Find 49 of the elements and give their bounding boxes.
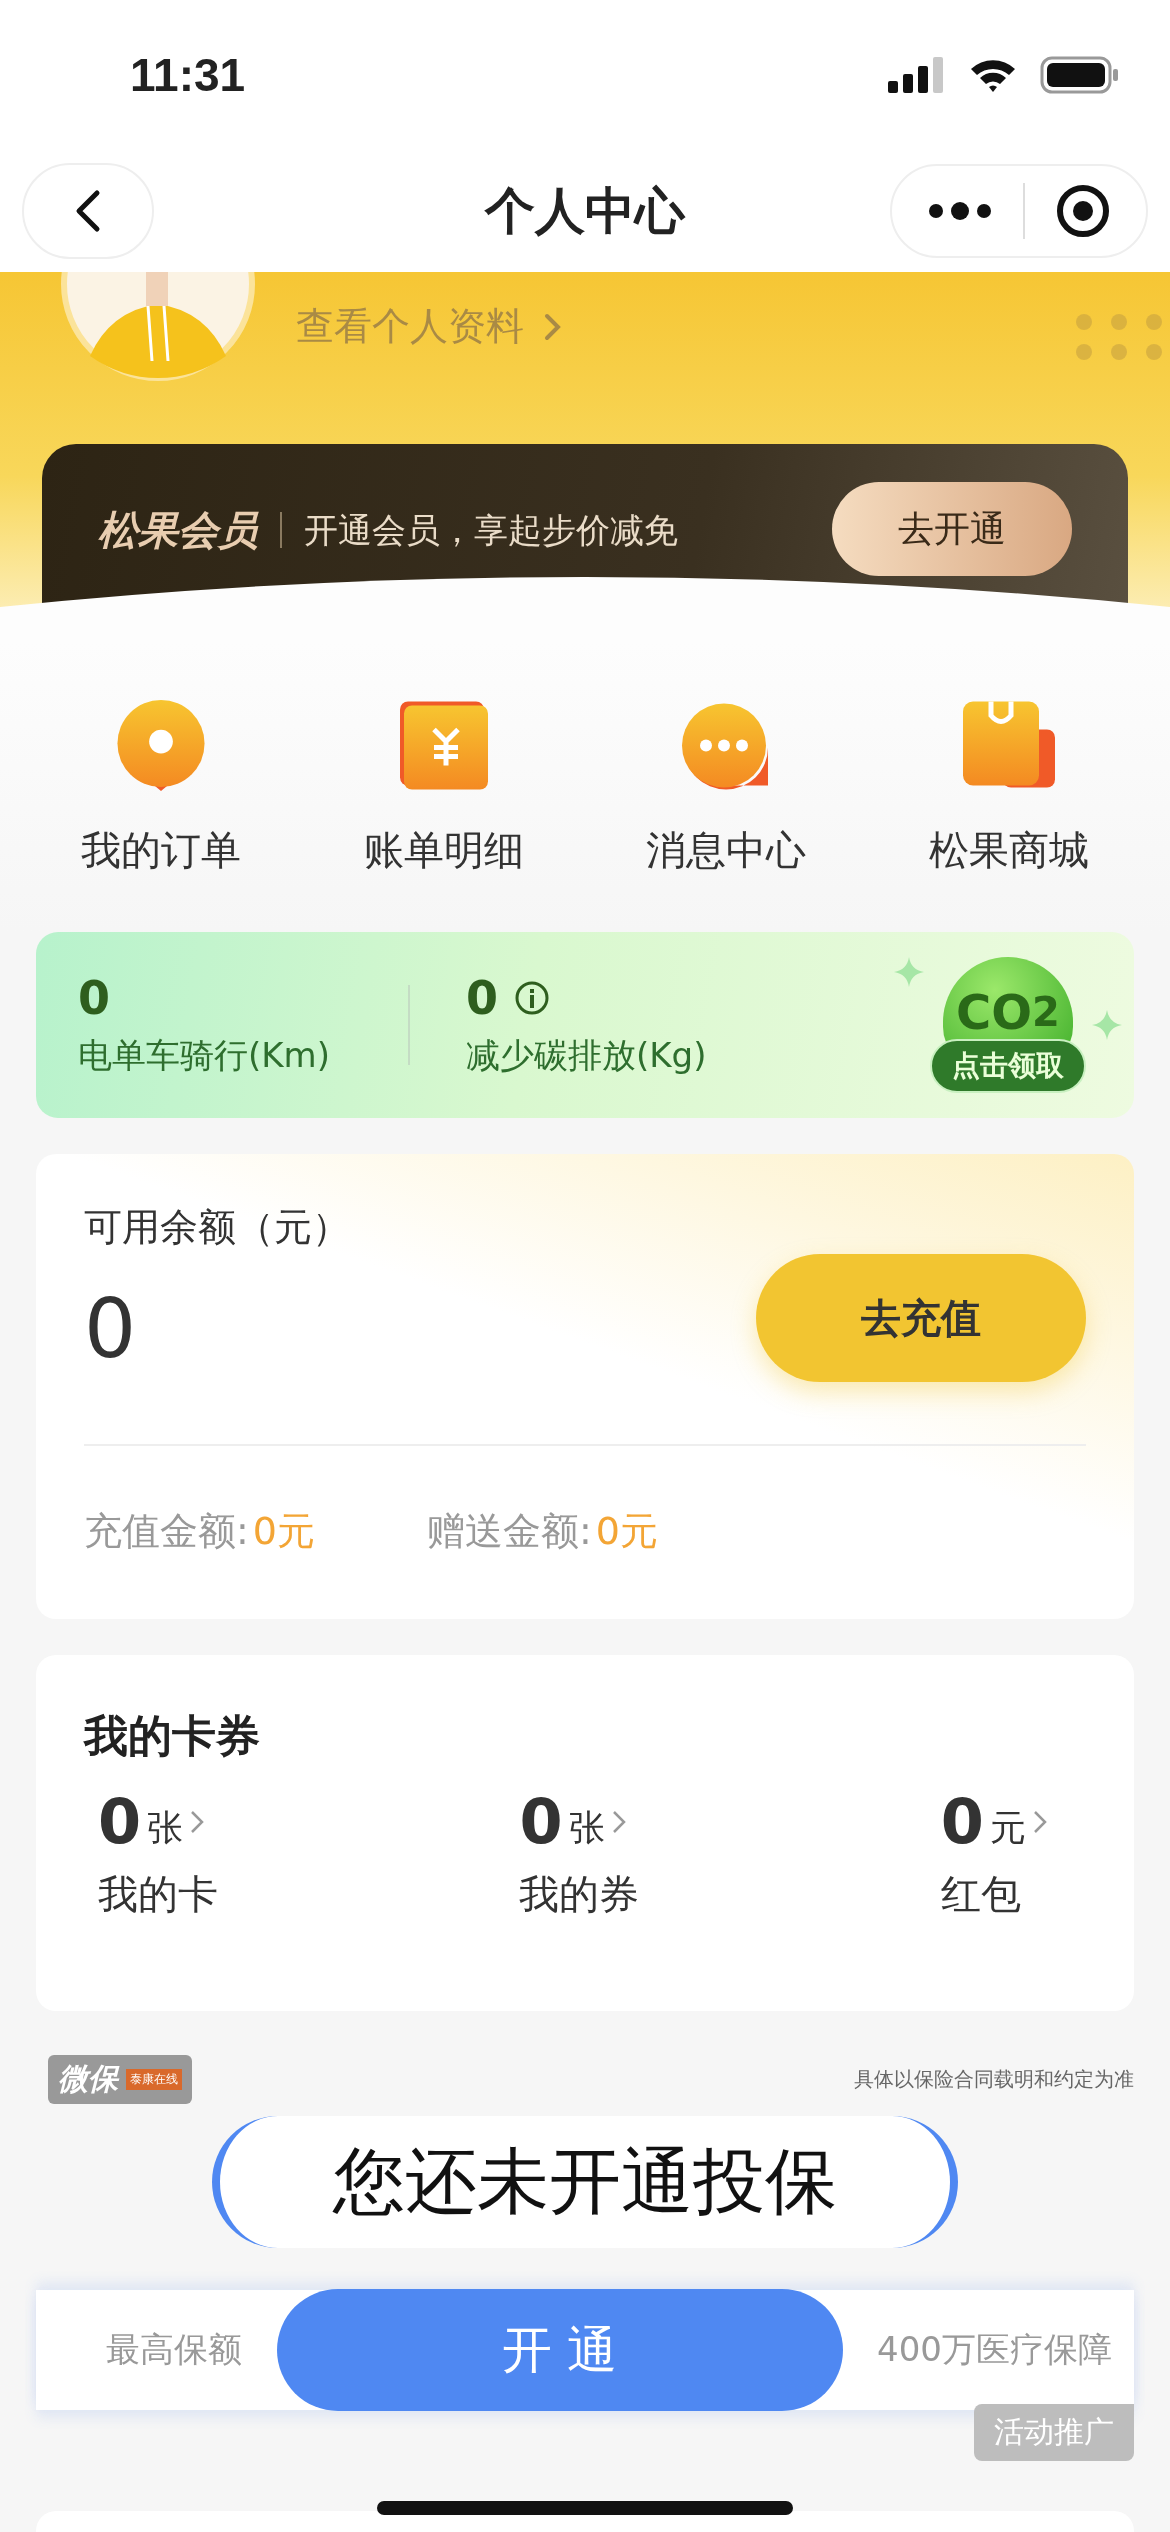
coupon-label: 红包	[940, 1870, 1022, 1919]
shortcut-item[interactable]: 松果商城	[867, 698, 1150, 878]
insurer-logo: 微保 泰康在线	[48, 2055, 192, 2104]
section-title: 我的卡券	[84, 1709, 261, 1763]
stat-value: 0	[78, 971, 110, 1025]
info-icon[interactable]	[514, 980, 550, 1016]
coupon-count: 0	[98, 1790, 142, 1853]
coupon-label: 我的卡	[98, 1870, 218, 1919]
stat-label: 减少碳排放(Kg)	[466, 1034, 708, 1077]
more-icon[interactable]	[927, 202, 992, 220]
coupon-count: 0	[519, 1790, 563, 1853]
sparkle-icon	[1092, 1010, 1122, 1040]
coverage-label: 最高保额	[106, 2328, 242, 2371]
detail-label: 赠送金额:	[427, 1508, 592, 1555]
detail-label: 充值金额:	[84, 1508, 249, 1555]
sparkle-icon	[894, 957, 924, 987]
coupon-unit: 元	[990, 1806, 1026, 1850]
recharge-button[interactable]: 去充值	[756, 1254, 1086, 1382]
battery-icon	[1040, 56, 1120, 94]
promo-tag: 活动推广	[974, 2404, 1134, 2461]
target-icon[interactable]	[1056, 184, 1111, 238]
disclaimer: 具体以保险合同载明和约定为准	[854, 2066, 1134, 2093]
coupon-count: 0	[940, 1790, 984, 1853]
dots-pattern-icon	[1074, 312, 1164, 362]
coupon-label: 我的券	[519, 1870, 640, 1919]
coupon-unit: 张	[568, 1806, 605, 1850]
membership-brand: 松果会员	[98, 506, 258, 555]
coupon-item[interactable]: 0 张 我的卡	[98, 1790, 218, 1922]
status-time: 11:31	[130, 48, 246, 102]
coupon-item[interactable]: 0 元 红包	[940, 1790, 1048, 1922]
shortcut-item[interactable]: 消息中心	[585, 698, 868, 878]
balance-amount: 0	[84, 1281, 138, 1376]
stat-value: 0	[466, 971, 498, 1025]
insurance-headline: 您还未开通投保	[212, 2116, 958, 2248]
coupon-unit: 张	[147, 1806, 184, 1850]
stat-label: 电单车骑行(Km)	[78, 1034, 331, 1077]
detail-value: 0元	[252, 1508, 315, 1555]
activate-button[interactable]: 去开通	[832, 482, 1072, 576]
claim-button[interactable]: 点击领取	[930, 1039, 1086, 1093]
membership-text: 开通会员，享起步价减免	[304, 509, 679, 552]
shortcut-item[interactable]: 账单明细	[302, 698, 585, 878]
detail-value: 0元	[595, 1508, 658, 1555]
signal-icon	[888, 57, 946, 93]
page-title: 个人中心	[483, 180, 687, 242]
pin-icon	[115, 698, 208, 793]
coupon-item[interactable]: 0 张 我的券	[519, 1790, 640, 1922]
coverage-value: 400万医疗保障	[877, 2328, 1112, 2371]
balance-label: 可用余额（元）	[84, 1204, 350, 1251]
shortcut-item[interactable]: 我的订单	[20, 698, 303, 878]
